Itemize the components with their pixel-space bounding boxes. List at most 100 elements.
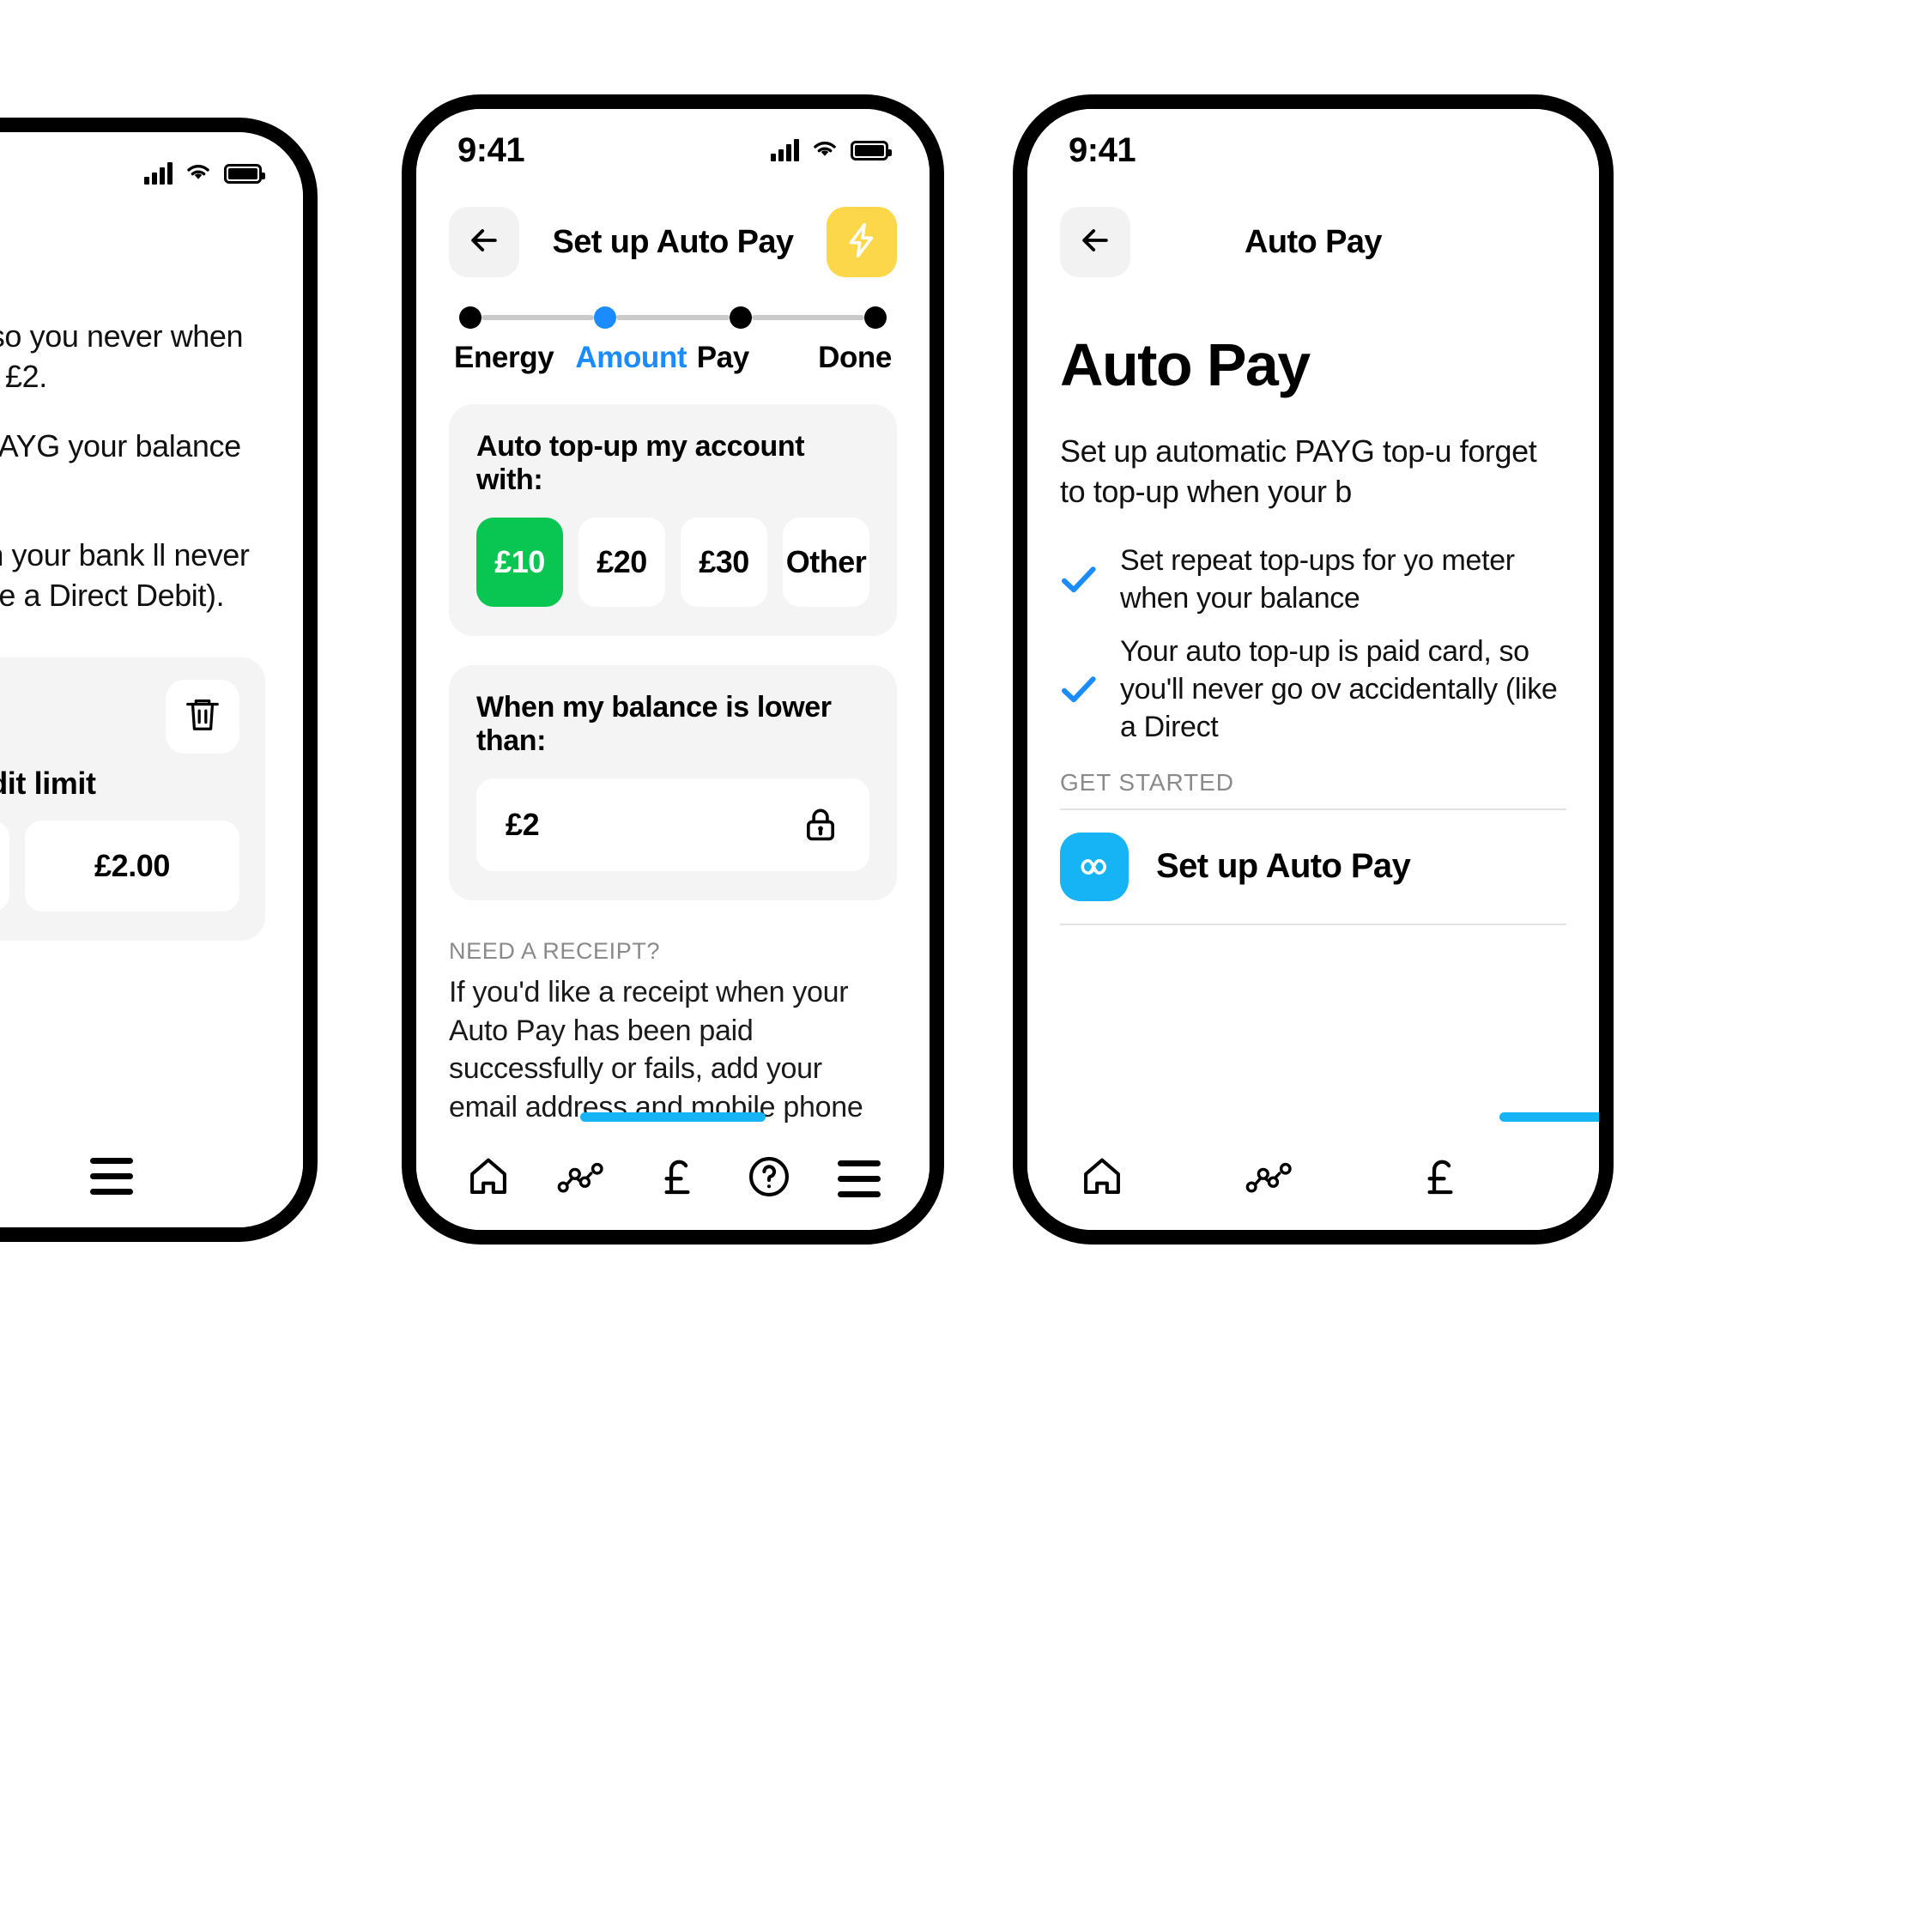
auto-pay-intro: Set up automatic PAYG top-u forget to to… bbox=[1060, 433, 1537, 509]
center-bottom-nav bbox=[416, 1127, 930, 1230]
usage-chart-icon bbox=[1245, 1158, 1297, 1200]
menu-icon bbox=[90, 1157, 133, 1195]
back-arrow-icon bbox=[1076, 221, 1114, 263]
back-button[interactable] bbox=[449, 207, 519, 277]
wifi-icon bbox=[810, 137, 839, 164]
delete-limit-button[interactable] bbox=[166, 679, 239, 754]
left-bottom-nav bbox=[0, 1124, 303, 1227]
stepper-labels: Energy Amount Pay Done bbox=[454, 341, 892, 375]
nav-payments[interactable] bbox=[1417, 1154, 1463, 1204]
right-app-bar: Auto Pay bbox=[1027, 191, 1599, 294]
phone-left: Auto Pay c PAYG top-ups so you never whe… bbox=[0, 118, 318, 1242]
step-dot-amount[interactable] bbox=[594, 306, 617, 329]
usage-chart-icon bbox=[557, 1158, 609, 1200]
step-dot-energy[interactable] bbox=[459, 306, 481, 329]
center-app-bar: Set up Auto Pay bbox=[416, 191, 930, 294]
topup-amount-options: £10 £20 £30 Other bbox=[476, 518, 869, 607]
left-page-title: Auto Pay bbox=[0, 215, 265, 282]
receipt-eyebrow: NEED A RECEIPT? bbox=[449, 938, 661, 964]
nav-payments[interactable] bbox=[654, 1154, 700, 1204]
battery-icon bbox=[851, 140, 892, 160]
help-icon bbox=[746, 1154, 792, 1204]
screenshot-stage: Auto Pay c PAYG top-ups so you never whe… bbox=[0, 0, 1932, 1932]
check-icon bbox=[1060, 565, 1098, 594]
home-icon bbox=[1079, 1154, 1125, 1204]
credit-limit-fields: £2.00 bbox=[0, 820, 239, 911]
get-started-eyebrow: GET STARTED bbox=[1060, 768, 1234, 796]
menu-icon bbox=[838, 1160, 881, 1197]
topup-amount-card: Auto top-up my account with: £10 £20 £30… bbox=[449, 404, 897, 636]
step-line-1 bbox=[481, 315, 595, 320]
right-bottom-nav bbox=[1027, 1127, 1599, 1230]
infinity-icon bbox=[1060, 832, 1129, 901]
credit-limit-header bbox=[0, 679, 239, 754]
setup-auto-pay-label: Set up Auto Pay bbox=[1156, 847, 1411, 886]
right-home-indicator bbox=[1499, 1112, 1599, 1122]
page-title: Set up Auto Pay bbox=[552, 223, 795, 260]
step-label-done[interactable]: Done bbox=[818, 341, 892, 375]
back-button[interactable] bbox=[1060, 207, 1130, 277]
nav-home[interactable] bbox=[1079, 1154, 1125, 1204]
status-time: 9:41 bbox=[457, 130, 525, 169]
wifi-icon bbox=[184, 160, 213, 187]
stepper-track bbox=[454, 306, 892, 329]
amount-option-20[interactable]: £20 bbox=[578, 518, 665, 607]
left-status-bar bbox=[0, 132, 303, 215]
step-label-amount[interactable]: Amount bbox=[575, 341, 696, 375]
center-status-bar: 9:41 bbox=[416, 109, 930, 191]
amount-option-30[interactable]: £30 bbox=[681, 518, 767, 607]
trash-icon bbox=[183, 694, 222, 738]
status-indicators bbox=[144, 160, 265, 187]
balance-threshold-value: £2 bbox=[506, 807, 540, 842]
appbar-spacer bbox=[1496, 207, 1566, 277]
page-title: Auto Pay bbox=[1245, 223, 1383, 260]
setup-stepper: Energy Amount Pay Done bbox=[416, 294, 930, 375]
right-screen: 9:41 Auto Pay Auto Pay Set up automatic … bbox=[1027, 109, 1599, 1230]
topup-amount-title: Auto top-up my account with: bbox=[476, 430, 805, 496]
pound-icon bbox=[1417, 1154, 1463, 1204]
credit-limit-label: Credit limit bbox=[0, 765, 96, 801]
nav-home[interactable] bbox=[465, 1154, 512, 1204]
quick-action-button[interactable] bbox=[827, 207, 897, 277]
credit-limit-field-left[interactable] bbox=[0, 820, 9, 911]
signal-bars-icon bbox=[771, 139, 799, 161]
step-label-pay[interactable]: Pay bbox=[697, 341, 818, 375]
left-content: Auto Pay c PAYG top-ups so you never whe… bbox=[0, 215, 303, 941]
home-icon bbox=[465, 1154, 512, 1204]
step-dot-pay[interactable] bbox=[729, 306, 752, 329]
amount-option-10[interactable]: £10 bbox=[476, 518, 563, 607]
auto-pay-heading: Auto Pay bbox=[1060, 331, 1311, 398]
balance-threshold-title: When my balance is lower than: bbox=[476, 691, 832, 757]
lightning-bolt-icon bbox=[842, 221, 881, 264]
center-home-indicator bbox=[580, 1112, 766, 1122]
nav-usage[interactable] bbox=[557, 1158, 609, 1200]
benefit-list: Set repeat top-ups for yo meter when you… bbox=[1060, 542, 1566, 747]
amount-option-other[interactable]: Other bbox=[783, 518, 869, 607]
step-line-2 bbox=[616, 315, 730, 320]
left-screen: Auto Pay c PAYG top-ups so you never whe… bbox=[0, 132, 303, 1227]
left-paragraph-2: op-ups for your PAYG your balance reache… bbox=[0, 427, 241, 463]
right-content: Auto Pay Set up automatic PAYG top-u for… bbox=[1027, 330, 1599, 925]
credit-limit-field-right[interactable]: £2.00 bbox=[25, 820, 239, 911]
lock-icon bbox=[801, 805, 840, 845]
step-line-3 bbox=[751, 315, 864, 320]
step-dot-done[interactable] bbox=[863, 306, 887, 329]
step-label-energy[interactable]: Energy bbox=[454, 341, 575, 375]
nav-usage[interactable] bbox=[1245, 1158, 1297, 1200]
left-paragraph-3: op-up is paid with your bank ll never go… bbox=[0, 537, 250, 613]
list-item-label: Set repeat top-ups for yo meter when you… bbox=[1120, 543, 1515, 615]
battery-icon bbox=[224, 163, 265, 184]
right-status-bar: 9:41 bbox=[1027, 109, 1599, 191]
nav-menu[interactable] bbox=[838, 1160, 881, 1197]
pound-icon bbox=[654, 1154, 700, 1204]
balance-threshold-field[interactable]: £2 bbox=[476, 778, 869, 871]
center-content: Auto top-up my account with: £10 £20 £30… bbox=[416, 404, 930, 1230]
nav-help[interactable] bbox=[746, 1154, 792, 1204]
list-item-label: Your auto top-up is paid card, so you'll… bbox=[1120, 634, 1558, 744]
nav-menu[interactable] bbox=[90, 1157, 133, 1195]
list-item: Your auto top-up is paid card, so you'll… bbox=[1060, 633, 1566, 747]
list-item: Set repeat top-ups for yo meter when you… bbox=[1060, 542, 1566, 617]
left-paragraph-1: c PAYG top-ups so you never when your ba… bbox=[0, 318, 244, 394]
balance-threshold-card: When my balance is lower than: £2 bbox=[449, 665, 897, 900]
setup-auto-pay-row[interactable]: Set up Auto Pay bbox=[1060, 810, 1566, 924]
